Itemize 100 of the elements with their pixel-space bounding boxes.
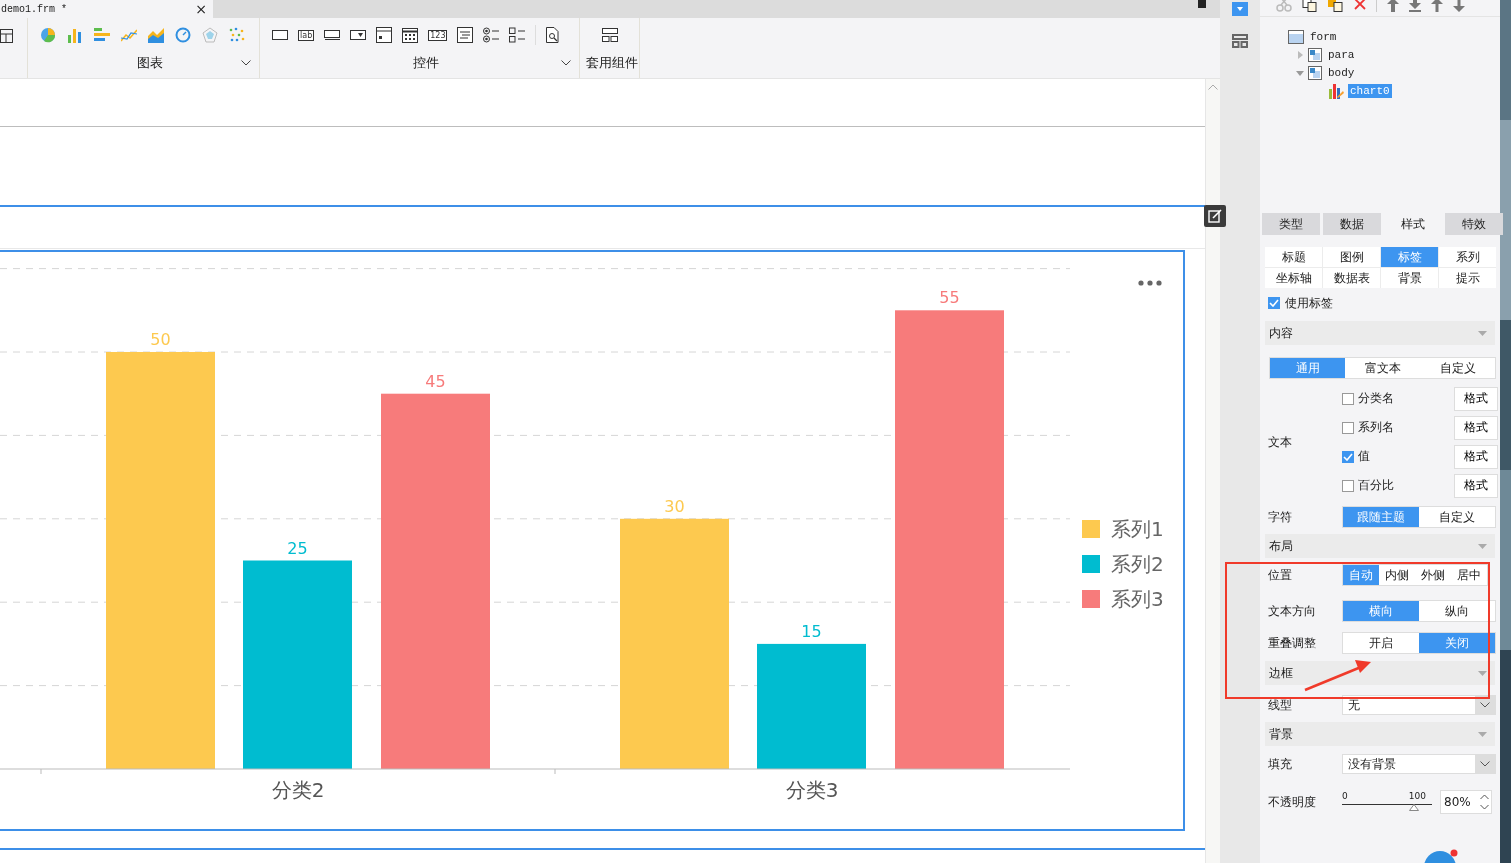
pie-chart-icon[interactable]	[40, 27, 56, 43]
tree-item[interactable]: form	[1308, 30, 1339, 44]
format-button[interactable]: 格式	[1454, 473, 1498, 498]
table-icon[interactable]	[0, 28, 14, 44]
format-button[interactable]: 格式	[1454, 386, 1498, 411]
checkbox-label: 百分比	[1358, 477, 1395, 494]
legend-label: 系列2	[1111, 552, 1164, 576]
style-tab[interactable]: 背景	[1381, 268, 1438, 288]
field-label: 文本	[1268, 433, 1293, 451]
dropdown-button[interactable]	[1232, 2, 1248, 16]
caret-icon[interactable]	[1478, 731, 1487, 737]
segment-option[interactable]: 外侧	[1415, 565, 1451, 585]
text-area-icon[interactable]	[457, 27, 474, 43]
segment-option[interactable]: 开启	[1343, 633, 1419, 653]
field-label: 字符	[1268, 508, 1293, 526]
annotation-arrow	[1303, 658, 1373, 692]
area-chart-icon[interactable]	[148, 27, 164, 43]
section-title: 布局	[1269, 537, 1293, 555]
format-button[interactable]: 格式	[1454, 444, 1498, 469]
segment-option[interactable]: 居中	[1451, 565, 1487, 585]
segment-option[interactable]: 自定义	[1420, 358, 1495, 378]
close-button[interactable]: ×	[195, 2, 207, 16]
checkbox[interactable]	[1342, 392, 1354, 405]
button-widget-icon[interactable]	[324, 30, 341, 40]
line-chart-icon[interactable]	[121, 27, 137, 43]
tree-toggle-icon[interactable]	[1296, 69, 1304, 77]
caret-icon	[1237, 7, 1243, 11]
dropdown-widget-icon[interactable]	[350, 30, 367, 40]
data-label: 55	[939, 288, 960, 308]
chevron-down-icon[interactable]	[1480, 702, 1490, 708]
data-label: 30	[664, 496, 685, 516]
segment-option[interactable]: 自定义	[1419, 507, 1495, 527]
tree-toggle-icon[interactable]	[1296, 51, 1304, 59]
checkbox-label: 值	[1358, 448, 1371, 465]
toolbar-group-label: 控件	[412, 54, 439, 72]
form-icon	[1288, 30, 1304, 44]
paste-icon[interactable]	[1328, 0, 1344, 12]
calendar-icon[interactable]	[402, 27, 419, 43]
edit-button[interactable]	[1204, 205, 1226, 227]
more-options-icon[interactable]	[1138, 280, 1162, 286]
move-bottom-icon[interactable]	[1409, 0, 1421, 12]
layout-icon[interactable]	[601, 28, 618, 42]
label-widget-icon[interactable]: lab	[298, 29, 315, 41]
panel-tab[interactable]: 类型	[1262, 213, 1320, 235]
tree-item[interactable]: body	[1326, 66, 1357, 80]
arrow-up-icon[interactable]	[1431, 0, 1443, 12]
scatter-chart-icon[interactable]	[229, 27, 245, 43]
segment-option[interactable]: 内侧	[1379, 565, 1415, 585]
category-label: 分类2	[271, 778, 325, 802]
caret-icon[interactable]	[1478, 330, 1487, 336]
gauge-icon[interactable]	[175, 27, 191, 43]
scroll-up-icon[interactable]	[1208, 84, 1218, 90]
number-widget-icon[interactable]: 123	[428, 29, 448, 41]
caret-icon[interactable]	[1478, 670, 1487, 676]
checkbox[interactable]	[1342, 479, 1354, 492]
style-tab[interactable]: 标题	[1265, 247, 1322, 267]
checkbox-group-icon[interactable]	[509, 27, 526, 43]
style-tab[interactable]: 数据表	[1323, 268, 1380, 288]
section-header[interactable]: 背景	[1265, 722, 1495, 746]
segment-option[interactable]: 富文本	[1345, 358, 1420, 378]
bar-chart-icon[interactable]	[67, 27, 83, 43]
preview-search-icon[interactable]	[546, 27, 561, 43]
form-widget-icon[interactable]	[376, 27, 393, 43]
dropdown-field[interactable]: 无	[1342, 695, 1496, 715]
file-tab[interactable]: demo1.frm * ×	[0, 0, 213, 18]
field-label: 重叠调整	[1268, 634, 1317, 652]
segment-option[interactable]: 纵向	[1419, 601, 1495, 621]
style-tab[interactable]: 坐标轴	[1265, 268, 1322, 288]
checkbox[interactable]	[1342, 421, 1354, 434]
style-tab[interactable]: 提示	[1439, 268, 1496, 288]
opacity-field[interactable]: 80%	[1440, 790, 1492, 814]
section-header[interactable]: 边框	[1265, 661, 1495, 685]
section-header[interactable]: 内容	[1265, 321, 1495, 345]
assistant-icon[interactable]	[1424, 849, 1460, 863]
chevron-down-icon[interactable]	[241, 60, 251, 66]
checkbox[interactable]	[1342, 450, 1354, 463]
style-tab[interactable]: 系列	[1439, 247, 1496, 267]
panel-tab[interactable]: 数据	[1323, 213, 1381, 235]
radio-group-icon[interactable]	[483, 27, 500, 43]
move-top-icon[interactable]	[1387, 0, 1399, 12]
chevron-down-icon[interactable]	[561, 60, 571, 66]
horizontal-bar-icon[interactable]	[94, 27, 110, 43]
slider-thumb[interactable]	[1409, 803, 1419, 811]
format-button[interactable]: 格式	[1454, 415, 1498, 440]
chart-panel[interactable]: 50 30 25 15 45 55 分类2 分类3 系列1 系列2 系列3	[0, 250, 1185, 831]
section-header[interactable]: 布局	[1265, 534, 1495, 558]
panel-tab[interactable]: 特效	[1445, 213, 1503, 235]
text-box-icon[interactable]	[272, 30, 288, 40]
caret-icon[interactable]	[1478, 543, 1487, 549]
dropdown-field[interactable]: 没有背景	[1342, 754, 1496, 774]
copy-icon[interactable]	[1302, 0, 1318, 12]
scrollbar[interactable]	[1205, 79, 1220, 863]
tree-item[interactable]: para	[1326, 48, 1357, 62]
chevron-down-icon[interactable]	[1480, 761, 1490, 767]
delete-icon[interactable]	[1354, 0, 1366, 10]
container-icon	[1308, 66, 1322, 80]
arrow-down-icon[interactable]	[1453, 0, 1465, 12]
style-tab[interactable]: 图例	[1323, 247, 1380, 267]
checkbox[interactable]	[1268, 297, 1280, 309]
chart-widget-icon	[1328, 83, 1344, 99]
